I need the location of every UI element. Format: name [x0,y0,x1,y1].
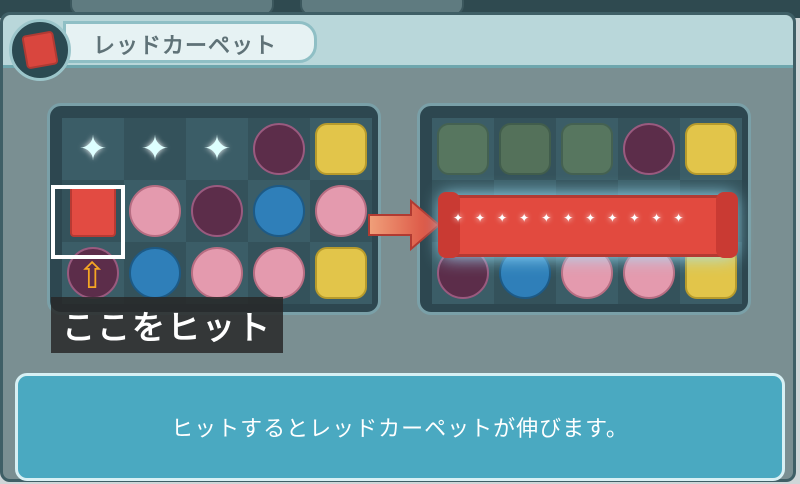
sparkle-icon: ✦ [202,129,232,169]
character-tile-green [437,123,489,175]
character-tile-pink [253,247,305,299]
board-cell [310,118,372,180]
character-tile-blue [129,247,181,299]
character-tile-green [561,123,613,175]
character-tile-purple [253,123,305,175]
character-tile-pink [191,247,243,299]
board-cell [556,118,618,180]
character-tile-yellow [315,123,367,175]
character-tile-blue [253,185,305,237]
board-cell [186,180,248,242]
board-cell [248,180,310,242]
hit-here-label: ここをヒット [51,297,283,353]
sparkle-icon: ✦ [78,129,108,169]
page-title: レッドカーペット [93,34,278,59]
red-carpet-icon [9,19,71,81]
character-tile-pink [129,185,181,237]
board-cell [494,118,556,180]
board-cell [124,180,186,242]
sparkle-icon: ✦ [140,129,170,169]
character-tile-green [499,123,551,175]
carpet-sparkles: ✦✦✦✦✦✦✦✦✦✦✦ [453,211,696,225]
character-tile-yellow [315,247,367,299]
character-tile-purple [191,185,243,237]
message-text: ヒットするとレッドカーペットが伸びます。 [171,417,629,442]
board-cell: ✦ [186,118,248,180]
board-cell [186,242,248,304]
character-tile-pink [315,185,367,237]
red-carpet-icon-shape [21,30,59,70]
tutorial-panel: レッドカーペット ✦ ✦ ✦ ✦✦✦✦✦✦✦✦✦✦✦ ⇧ ここをヒット ヒットす… [0,12,796,482]
up-arrow-icon: ⇧ [77,256,108,297]
board-cell [618,118,680,180]
message-box: ヒットするとレッドカーペットが伸びます。 [15,373,785,481]
board-cell [310,242,372,304]
tap-highlight-box [51,185,125,259]
character-tile-yellow [685,123,737,175]
board-cell [680,118,742,180]
board-cell [310,180,372,242]
right-arrow-icon [368,198,441,252]
board-cell [248,118,310,180]
board-cell [432,118,494,180]
character-tile-purple [623,123,675,175]
board-cell: ✦ [62,118,124,180]
board-cell: ✦ [124,118,186,180]
board-cell [248,242,310,304]
panel-header: レッドカーペット [3,15,793,68]
board-cell [124,242,186,304]
